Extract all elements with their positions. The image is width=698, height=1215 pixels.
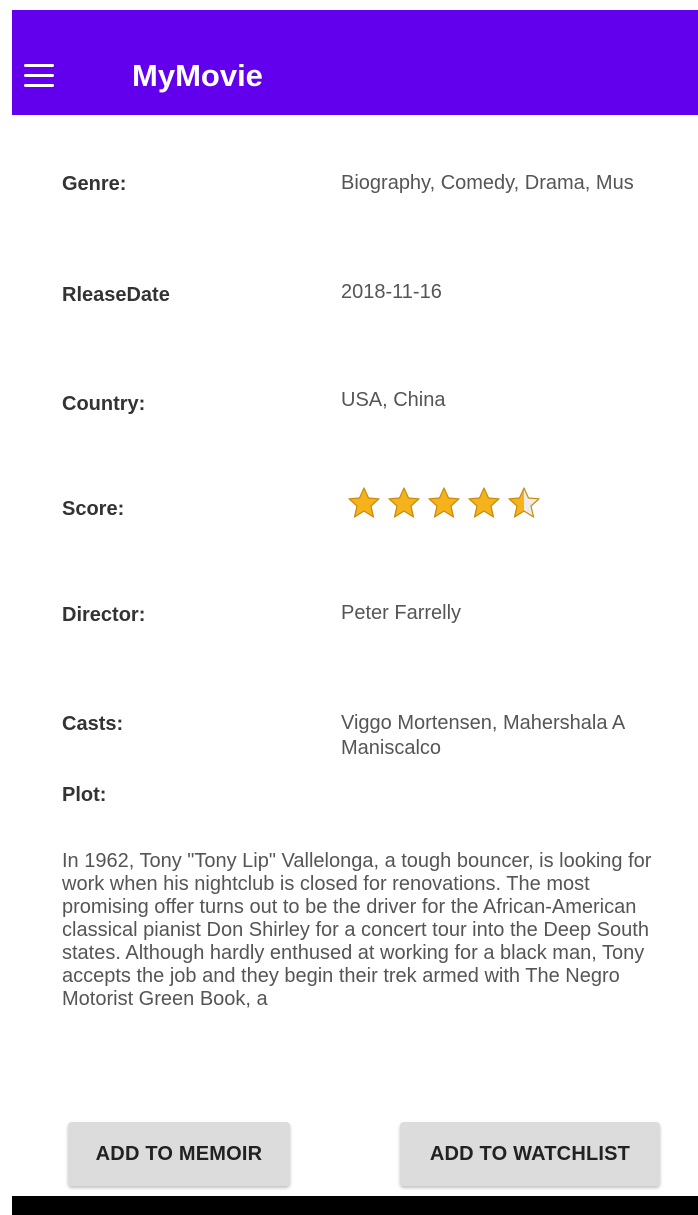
director-label: Director: xyxy=(62,604,146,626)
genre-value: Biography, Comedy, Drama, Mus xyxy=(341,172,634,194)
hamburger-menu-icon[interactable] xyxy=(24,64,54,88)
movie-details-screen: MyMovie Genre: Biography, Comedy, Drama,… xyxy=(0,0,698,1215)
system-nav-bar xyxy=(12,1196,698,1215)
director-value: Peter Farrelly xyxy=(341,602,462,624)
star-icon xyxy=(348,487,380,518)
country-value: USA, China xyxy=(341,389,446,411)
star-icon xyxy=(468,487,500,518)
star-icon xyxy=(388,487,420,518)
app-title: MyMovie xyxy=(132,58,263,93)
release-date-label: RleaseDate xyxy=(62,284,170,306)
country-label: Country: xyxy=(62,393,146,415)
release-date-value: 2018-11-16 xyxy=(341,281,442,303)
genre-label: Genre: xyxy=(62,173,127,195)
score-label: Score: xyxy=(62,498,125,520)
plot-text: In 1962, Tony "Tony Lip" Vallelonga, a t… xyxy=(62,850,652,1010)
plot-label: Plot: xyxy=(62,784,107,806)
casts-value-line1: Viggo Mortensen, Mahershala A xyxy=(341,712,626,734)
star-icon xyxy=(508,487,540,518)
add-to-memoir-button[interactable]: ADD TO MEMOIR xyxy=(68,1122,290,1186)
rating-stars xyxy=(347,486,541,520)
app-bar: MyMovie xyxy=(12,10,698,115)
star-icon xyxy=(428,487,460,518)
casts-value-line2: Maniscalco xyxy=(341,737,442,759)
add-to-watchlist-button[interactable]: ADD TO WATCHLIST xyxy=(400,1122,660,1186)
casts-label: Casts: xyxy=(62,713,124,735)
